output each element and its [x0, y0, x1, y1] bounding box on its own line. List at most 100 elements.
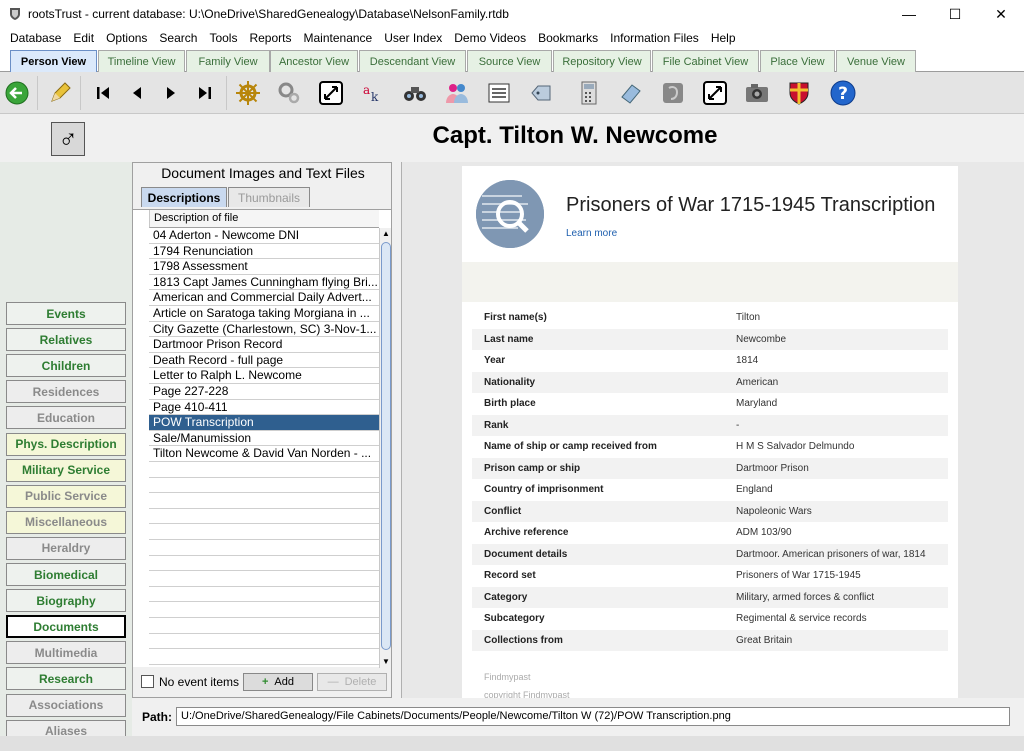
ship-wheel-icon[interactable]	[231, 76, 265, 110]
coat-of-arms-icon[interactable]	[782, 76, 816, 110]
last-record-icon[interactable]	[188, 76, 222, 110]
sidebar-item-heraldry[interactable]: Heraldry	[6, 536, 126, 560]
tab-thumbnails[interactable]: Thumbnails	[228, 187, 310, 207]
menu-help[interactable]: Help	[705, 31, 742, 45]
sidebar-item-documents[interactable]: Documents	[6, 615, 126, 639]
menu-search[interactable]: Search	[153, 31, 203, 45]
sidebar-item-events[interactable]: Events	[6, 302, 126, 325]
tab-family-view[interactable]: Family View	[186, 50, 270, 72]
menu-options[interactable]: Options	[100, 31, 153, 45]
file-list-row[interactable]: Tilton Newcome & David Van Norden - ...	[149, 446, 379, 462]
file-list-scrollbar[interactable]: ▲ ▼	[379, 228, 391, 668]
record-field-label: Collections from	[484, 634, 563, 646]
spellcheck-icon[interactable]: ak	[356, 76, 390, 110]
file-list-row[interactable]: POW Transcription	[149, 415, 379, 431]
file-list-row[interactable]: Article on Saratoga taking Morgiana in .…	[149, 306, 379, 322]
gears-icon[interactable]	[272, 76, 306, 110]
menu-demo-videos[interactable]: Demo Videos	[448, 31, 532, 45]
sidebar-item-biomedical[interactable]: Biomedical	[6, 563, 126, 586]
file-list-row[interactable]: Letter to Ralph L. Newcome	[149, 368, 379, 384]
file-list-row[interactable]: Death Record - full page	[149, 353, 379, 369]
expand-icon[interactable]	[314, 76, 348, 110]
tab-source-view[interactable]: Source View	[467, 50, 552, 72]
no-event-items-checkbox[interactable]	[141, 675, 154, 688]
menu-edit[interactable]: Edit	[67, 31, 100, 45]
delete-document-button[interactable]: — Delete	[317, 673, 387, 691]
tab-descriptions[interactable]: Descriptions	[141, 187, 227, 207]
sidebar-item-military-service[interactable]: Military Service	[6, 458, 126, 482]
scroll-down-icon[interactable]: ▼	[380, 656, 392, 668]
file-list-row[interactable]: 1794 Renunciation	[149, 244, 379, 260]
evernote-icon[interactable]	[656, 76, 690, 110]
back-arrow-icon[interactable]	[0, 76, 34, 110]
eraser-icon[interactable]	[614, 76, 648, 110]
sidebar-item-public-service[interactable]: Public Service	[6, 484, 126, 508]
file-list-row[interactable]: 1798 Assessment	[149, 259, 379, 275]
sidebar-item-biography[interactable]: Biography	[6, 589, 126, 613]
menu-reports[interactable]: Reports	[243, 31, 297, 45]
file-list-row[interactable]: City Gazette (Charlestown, SC) 3-Nov-1..…	[149, 322, 379, 338]
first-record-icon[interactable]	[86, 76, 120, 110]
tab-repository-view[interactable]: Repository View	[553, 50, 651, 72]
record-field-row: First name(s) Tilton	[472, 307, 948, 329]
sidebar-item-associations[interactable]: Associations	[6, 693, 126, 717]
menu-user-index[interactable]: User Index	[378, 31, 448, 45]
camera-icon[interactable]	[740, 76, 774, 110]
sidebar-item-miscellaneous[interactable]: Miscellaneous	[6, 510, 126, 534]
tab-timeline-view[interactable]: Timeline View	[98, 50, 185, 72]
sidebar-item-multimedia[interactable]: Multimedia	[6, 641, 126, 665]
next-record-icon[interactable]	[154, 76, 188, 110]
list-icon[interactable]	[482, 76, 516, 110]
tab-file-cabinet-view[interactable]: File Cabinet View	[652, 50, 759, 72]
file-list-row[interactable]: American and Commercial Daily Advert...	[149, 290, 379, 306]
file-list-row[interactable]: Sale/Manumission	[149, 431, 379, 447]
tab-ancestor-view[interactable]: Ancestor View	[270, 50, 358, 72]
gender-male-icon[interactable]: ♂	[51, 122, 85, 156]
file-list-row[interactable]: Page 410-411	[149, 400, 379, 416]
tag-icon[interactable]	[524, 76, 558, 110]
maximize-icon[interactable]: ☐	[932, 0, 978, 28]
menu-maintenance[interactable]: Maintenance	[298, 31, 379, 45]
tab-person-view[interactable]: Person View	[10, 50, 97, 72]
minimize-icon[interactable]: —	[886, 0, 932, 28]
column-header-description[interactable]: Description of file	[149, 210, 379, 228]
empty-list-row	[149, 556, 379, 572]
sidebar-item-residences[interactable]: Residences	[6, 380, 126, 404]
tab-place-view[interactable]: Place View	[760, 50, 835, 72]
record-field-label: Birth place	[484, 398, 536, 410]
panel-splitter[interactable]	[392, 162, 402, 698]
add-document-button[interactable]: + Add	[243, 673, 313, 691]
sidebar-item-education[interactable]: Education	[6, 406, 126, 430]
document-viewer: Prisoners of War 1715-1945 Transcription…	[402, 162, 1024, 700]
close-icon[interactable]: ✕	[978, 0, 1024, 28]
calculator-icon[interactable]	[572, 76, 606, 110]
empty-list-row	[149, 478, 379, 494]
scroll-thumb[interactable]	[381, 242, 391, 650]
menu-database[interactable]: Database	[4, 31, 67, 45]
path-field[interactable]: U:/OneDrive/SharedGenealogy/File Cabinet…	[176, 707, 1010, 726]
file-list-row[interactable]: Dartmoor Prison Record	[149, 337, 379, 353]
learn-more-link[interactable]: Learn more	[566, 228, 617, 239]
sidebar-item-phys-description[interactable]: Phys. Description	[6, 432, 126, 456]
people-icon[interactable]	[440, 76, 474, 110]
tab-venue-view[interactable]: Venue View	[836, 50, 916, 72]
delete-label: Delete	[344, 676, 377, 688]
binoculars-icon[interactable]	[398, 76, 432, 110]
previous-record-icon[interactable]	[120, 76, 154, 110]
tab-descendant-view[interactable]: Descendant View	[359, 50, 466, 72]
pencil-icon[interactable]	[43, 76, 77, 110]
help-icon[interactable]: ?	[826, 76, 860, 110]
sidebar-item-relatives[interactable]: Relatives	[6, 328, 126, 352]
file-list-row[interactable]: 1813 Capt James Cunningham flying Bri...	[149, 275, 379, 291]
fullscreen-icon[interactable]	[698, 76, 732, 110]
file-list-row[interactable]: Page 227-228	[149, 384, 379, 400]
file-list-row[interactable]: 04 Aderton - Newcome DNI	[149, 228, 379, 244]
record-field-label: Prison camp or ship	[484, 462, 581, 474]
sidebar-item-research[interactable]: Research	[6, 667, 126, 691]
menu-bookmarks[interactable]: Bookmarks	[532, 31, 604, 45]
menu-tools[interactable]: Tools	[203, 31, 243, 45]
record-field-value: Napoleonic Wars	[736, 505, 812, 517]
menu-information-files[interactable]: Information Files	[604, 31, 705, 45]
scroll-up-icon[interactable]: ▲	[380, 228, 392, 240]
sidebar-item-children[interactable]: Children	[6, 354, 126, 378]
